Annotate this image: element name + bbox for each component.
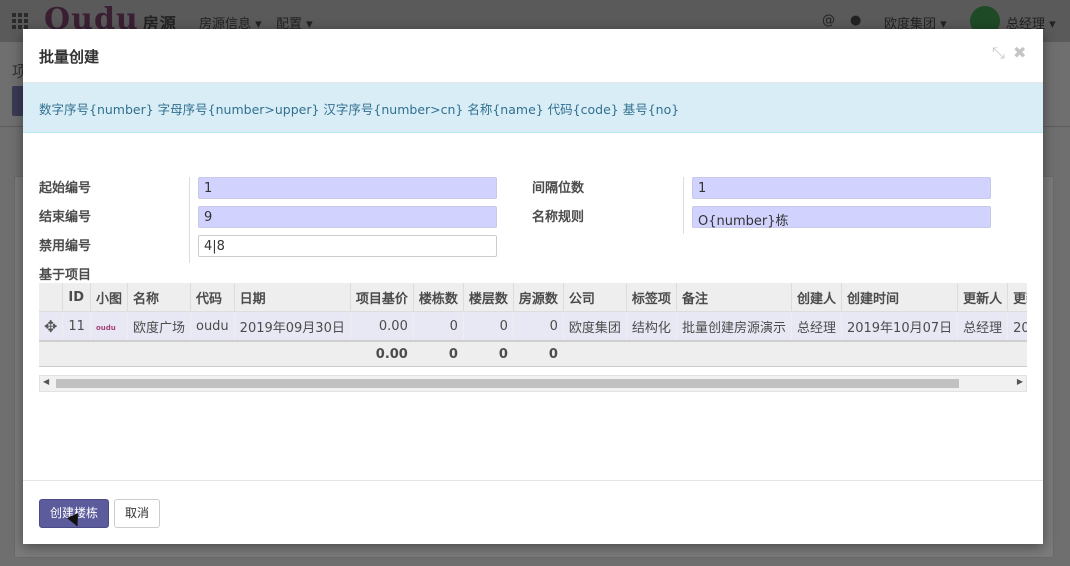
scroll-left-icon[interactable]: ◀ bbox=[43, 377, 49, 386]
total-buildings: 0 bbox=[412, 341, 464, 367]
column-header-thumbnail[interactable]: 小图 bbox=[89, 283, 128, 312]
info-alert: 数字序号{number} 字母序号{number>upper} 汉字序号{num… bbox=[23, 83, 1043, 133]
end-number-label: 结束编号 bbox=[39, 210, 92, 225]
project-table: ID 小图 名称 代码 日期 项目基价 楼栋数 楼层数 房源数 公司 标签项 备… bbox=[39, 283, 1027, 367]
scroll-right-icon[interactable]: ▶ bbox=[1017, 377, 1023, 386]
cell-creator: 总经理 bbox=[790, 311, 842, 342]
cell-units: 0 bbox=[512, 311, 564, 342]
interval-label: 间隔位数 bbox=[532, 181, 585, 196]
cell-tag: 结构化 bbox=[625, 311, 677, 342]
cell-company: 欧度集团 bbox=[562, 311, 627, 342]
column-header-units[interactable]: 房源数 bbox=[512, 283, 564, 312]
column-header-updated[interactable]: 更新时 bbox=[1007, 283, 1027, 312]
column-header-date[interactable]: 日期 bbox=[233, 283, 351, 312]
cell-date: 2019年09月30日 bbox=[233, 311, 351, 342]
drag-handle-icon[interactable]: ✥ bbox=[39, 311, 63, 342]
cell-id: 11 bbox=[62, 311, 91, 342]
end-number-field[interactable]: 9 bbox=[198, 206, 497, 228]
form-separator bbox=[189, 177, 190, 263]
dialog-header: 批量创建 ⤡ ✖ bbox=[23, 29, 1043, 83]
column-header-created[interactable]: 创建时间 bbox=[840, 283, 958, 312]
restore-icon[interactable]: ⤡ bbox=[992, 43, 1005, 63]
apps-grid-icon[interactable] bbox=[12, 13, 28, 29]
chat-icon[interactable]: ● bbox=[850, 13, 861, 28]
dialog-footer: 创建楼栋 取消 bbox=[23, 480, 1043, 545]
table-header-row: ID 小图 名称 代码 日期 项目基价 楼栋数 楼层数 房源数 公司 标签项 备… bbox=[39, 283, 1027, 312]
total-floors: 0 bbox=[462, 341, 514, 367]
column-header-updater[interactable]: 更新人 bbox=[957, 283, 1008, 312]
column-header-name[interactable]: 名称 bbox=[126, 283, 191, 312]
cell-buildings: 0 bbox=[412, 311, 464, 342]
table-totals-row: 0.00 0 0 0 bbox=[39, 341, 1027, 367]
cell-floors: 0 bbox=[462, 311, 514, 342]
column-header-handle bbox=[39, 283, 63, 312]
column-header-floors[interactable]: 楼层数 bbox=[462, 283, 514, 312]
horizontal-scrollbar[interactable]: ◀ ▶ bbox=[39, 375, 1027, 392]
cell-code: oudu bbox=[189, 311, 235, 342]
column-header-code[interactable]: 代码 bbox=[189, 283, 235, 312]
column-header-tag[interactable]: 标签项 bbox=[625, 283, 677, 312]
column-header-company[interactable]: 公司 bbox=[562, 283, 627, 312]
cell-base-price: 0.00 bbox=[349, 311, 414, 342]
based-on-project-label: 基于项目 bbox=[39, 268, 92, 283]
total-base-price: 0.00 bbox=[349, 341, 414, 367]
disabled-number-field[interactable]: 4|8 bbox=[198, 235, 497, 257]
start-number-label: 起始编号 bbox=[39, 181, 92, 196]
column-header-id[interactable]: ID bbox=[62, 283, 91, 312]
interval-field[interactable]: 1 bbox=[692, 177, 991, 199]
dialog-title: 批量创建 bbox=[39, 48, 100, 66]
total-units: 0 bbox=[512, 341, 564, 367]
close-icon[interactable]: ✖ bbox=[1013, 43, 1026, 62]
column-header-note[interactable]: 备注 bbox=[675, 283, 792, 312]
cell-thumbnail: oudu bbox=[89, 311, 128, 342]
table-row[interactable]: ✥ 11 oudu 欧度广场 oudu 2019年09月30日 0.00 0 0… bbox=[39, 311, 1027, 342]
cell-updated: 2019年 bbox=[1007, 311, 1027, 342]
activity-icon[interactable]: @ bbox=[822, 13, 835, 28]
disabled-number-label: 禁用编号 bbox=[39, 239, 92, 254]
cell-name: 欧度广场 bbox=[126, 311, 191, 342]
cell-updater: 总经理 bbox=[957, 311, 1008, 342]
name-rule-field[interactable]: O{number}栋 bbox=[692, 206, 991, 229]
column-header-base-price[interactable]: 项目基价 bbox=[349, 283, 414, 312]
cell-note: 批量创建房源演示 bbox=[675, 311, 792, 342]
form-separator bbox=[683, 177, 684, 234]
batch-create-dialog: 批量创建 ⤡ ✖ 数字序号{number} 字母序号{number>upper}… bbox=[23, 29, 1043, 544]
cell-created: 2019年10月07日 bbox=[840, 311, 958, 342]
scrollbar-thumb[interactable] bbox=[56, 379, 959, 388]
cancel-button[interactable]: 取消 bbox=[114, 499, 160, 528]
project-thumbnail-icon: oudu bbox=[95, 323, 116, 332]
start-number-field[interactable]: 1 bbox=[198, 177, 497, 199]
column-header-creator[interactable]: 创建人 bbox=[790, 283, 842, 312]
info-text: 数字序号{number} 字母序号{number>upper} 汉字序号{num… bbox=[39, 102, 680, 117]
name-rule-label: 名称规则 bbox=[532, 210, 585, 225]
column-header-buildings[interactable]: 楼栋数 bbox=[412, 283, 464, 312]
